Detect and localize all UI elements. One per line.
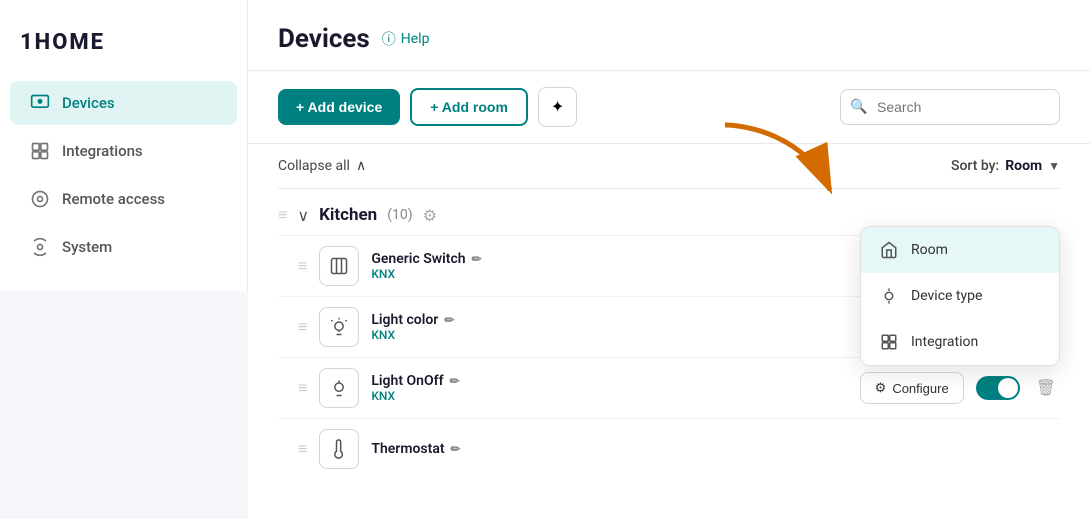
dropdown-item-room[interactable]: Room <box>861 227 1059 273</box>
sidebar-item-system[interactable]: System <box>10 225 237 269</box>
sidebar-item-system-label: System <box>62 238 112 256</box>
device-drag-handle[interactable]: ≡ <box>298 378 307 398</box>
configure-button-light-onoff[interactable]: ⚙ Configure <box>860 372 964 404</box>
integration-dropdown-icon <box>879 332 899 352</box>
device-integration-light-onoff: KNX <box>371 389 847 403</box>
collapse-all-label: Collapse all <box>278 158 350 174</box>
devices-icon <box>30 93 50 113</box>
toolbar: + Add device + Add room ✦ 🔍 <box>248 71 1090 144</box>
device-info-light-color: Light color ✏ KNX <box>371 312 847 342</box>
device-icon-thermostat <box>319 429 359 469</box>
add-device-button[interactable]: + Add device <box>278 89 400 125</box>
room-title-kitchen: Kitchen <box>319 205 377 225</box>
device-integration-generic-switch: KNX <box>371 267 847 281</box>
device-name-light-color: Light color ✏ <box>371 312 847 328</box>
content-area: Collapse all ∧ Sort by: Room ▼ Room <box>248 144 1090 519</box>
device-name-thermostat: Thermostat ✏ <box>371 441 1060 457</box>
dropdown-item-device-type[interactable]: Device type <box>861 273 1059 319</box>
room-settings-icon[interactable]: ⚙ <box>423 206 437 225</box>
device-drag-handle[interactable]: ≡ <box>298 439 307 459</box>
sort-bar: Collapse all ∧ Sort by: Room ▼ <box>278 144 1060 189</box>
device-row-thermostat: ≡ Thermostat ✏ <box>278 418 1060 479</box>
sidebar-item-devices[interactable]: Devices <box>10 81 237 125</box>
search-icon: 🔍 <box>850 99 867 115</box>
sidebar-item-remote-access-label: Remote access <box>62 190 165 208</box>
collapse-chevron-icon: ∧ <box>356 158 366 174</box>
device-type-dropdown-icon <box>879 286 899 306</box>
device-icon-switch <box>319 246 359 286</box>
sidebar-item-integrations[interactable]: Integrations <box>10 129 237 173</box>
edit-device-name-icon-2[interactable]: ✏ <box>444 313 454 327</box>
page-title: Devices <box>278 24 370 54</box>
dropdown-item-room-label: Room <box>911 242 948 258</box>
device-drag-handle[interactable]: ≡ <box>298 256 307 276</box>
edit-device-name-icon[interactable]: ✏ <box>472 252 482 266</box>
device-icon-light-onoff <box>319 368 359 408</box>
device-row-light-onoff: ≡ Light OnOff ✏ KNX ⚙ Configure 🗑 <box>278 357 1060 418</box>
device-drag-handle[interactable]: ≡ <box>298 317 307 337</box>
device-name-light-onoff: Light OnOff ✏ <box>371 373 847 389</box>
device-name-generic-switch: Generic Switch ✏ <box>371 251 847 267</box>
sidebar-item-integrations-label: Integrations <box>62 142 143 160</box>
toggle-light-onoff[interactable] <box>976 376 1020 400</box>
search-wrapper: 🔍 <box>840 89 1060 125</box>
room-count-kitchen: (10) <box>387 207 412 223</box>
sidebar-item-devices-label: Devices <box>62 94 115 112</box>
page-header: Devices ⓘ Help <box>248 0 1090 71</box>
room-dropdown-icon <box>879 240 899 260</box>
edit-device-name-icon-4[interactable]: ✏ <box>451 442 461 456</box>
edit-device-name-icon-3[interactable]: ✏ <box>450 374 460 388</box>
device-info-light-onoff: Light OnOff ✏ KNX <box>371 373 847 403</box>
configure-gear-icon-3: ⚙ <box>875 380 887 396</box>
help-icon: ⓘ <box>382 29 396 49</box>
sidebar-item-remote-access[interactable]: Remote access <box>10 177 237 221</box>
sort-chevron-icon: ▼ <box>1048 159 1060 173</box>
room-collapse-icon[interactable]: ∨ <box>297 206 309 225</box>
collapse-all-button[interactable]: Collapse all ∧ <box>278 158 366 174</box>
remote-access-icon <box>30 189 50 209</box>
search-input[interactable] <box>840 89 1060 125</box>
main-content: Devices ⓘ Help + Add device + Add room ✦… <box>248 0 1090 519</box>
app-logo: 1HOME <box>0 20 247 79</box>
help-link[interactable]: ⓘ Help <box>382 29 430 49</box>
sort-by-value: Room <box>1005 158 1042 174</box>
dropdown-item-integration[interactable]: Integration <box>861 319 1059 365</box>
device-integration-light-color: KNX <box>371 328 847 342</box>
sort-by-label: Sort by: <box>951 158 999 174</box>
add-room-button[interactable]: + Add room <box>410 88 528 126</box>
sort-by-button[interactable]: Sort by: Room ▼ <box>951 158 1060 174</box>
dropdown-item-integration-label: Integration <box>911 334 978 350</box>
dropdown-item-device-type-label: Device type <box>911 288 982 304</box>
sort-dropdown: Room Device type Integration <box>860 226 1060 366</box>
help-label: Help <box>401 31 430 47</box>
device-icon-light-color <box>319 307 359 347</box>
delete-button-light-onoff[interactable]: 🗑 <box>1032 374 1060 402</box>
sparkle-button[interactable]: ✦ <box>538 87 577 127</box>
room-drag-handle[interactable]: ≡ <box>278 205 287 225</box>
sidebar: 1HOME Devices Integrations Remote access… <box>0 0 248 519</box>
device-info-generic-switch: Generic Switch ✏ KNX <box>371 251 847 281</box>
device-info-thermostat: Thermostat ✏ <box>371 441 1060 457</box>
system-icon <box>30 237 50 257</box>
integrations-icon <box>30 141 50 161</box>
